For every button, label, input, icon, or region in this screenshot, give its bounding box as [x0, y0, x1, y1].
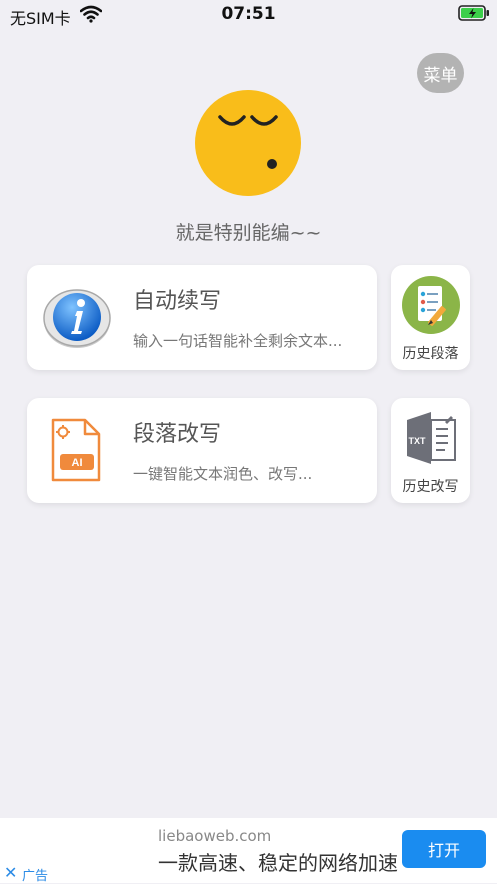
svg-text:TXT: TXT — [409, 436, 427, 446]
ad-title: 一款高速、稳定的网络加速 — [158, 851, 398, 875]
status-bar: 无SIM卡 07:51 — [0, 0, 497, 30]
ai-file-icon: AI — [51, 418, 101, 482]
svg-text:AI: AI — [72, 457, 83, 469]
menu-button[interactable]: 菜单 — [417, 53, 464, 93]
side-label: 历史改写 — [402, 479, 459, 495]
ad-tag: 广告 — [22, 869, 49, 884]
ad-close-icon[interactable]: ✕ — [4, 863, 17, 882]
info-icon — [43, 289, 111, 348]
clock-time: 07:51 — [221, 4, 276, 24]
checklist-pencil-icon — [402, 276, 460, 334]
paragraph-rewrite-card[interactable]: AI 段落改写 一键智能文本润色、改写... — [27, 398, 377, 503]
ad-open-button[interactable]: 打开 — [402, 830, 486, 868]
card-title: 自动续写 — [133, 289, 222, 314]
history-paragraphs-button[interactable]: 历史段落 — [391, 265, 470, 370]
ad-banner[interactable]: liebaoweb.com 一款高速、稳定的网络加速 ✕ 广告 打开 — [0, 818, 497, 884]
sleeping-face-icon — [195, 90, 301, 196]
txt-document-icon: TXT — [407, 412, 456, 464]
card-title: 段落改写 — [133, 422, 222, 447]
tagline: 就是特别能编~~ — [175, 222, 322, 244]
card-description: 一键智能文本润色、改写... — [133, 465, 313, 483]
card-description: 输入一句话智能补全剩余文本... — [133, 332, 343, 350]
auto-continue-card[interactable]: 自动续写 输入一句话智能补全剩余文本... — [27, 265, 377, 370]
ad-domain: liebaoweb.com — [158, 827, 272, 845]
side-label: 历史段落 — [402, 346, 459, 362]
history-rewrites-button[interactable]: TXT 历史改写 — [391, 398, 470, 503]
battery-charging-icon — [458, 5, 489, 21]
